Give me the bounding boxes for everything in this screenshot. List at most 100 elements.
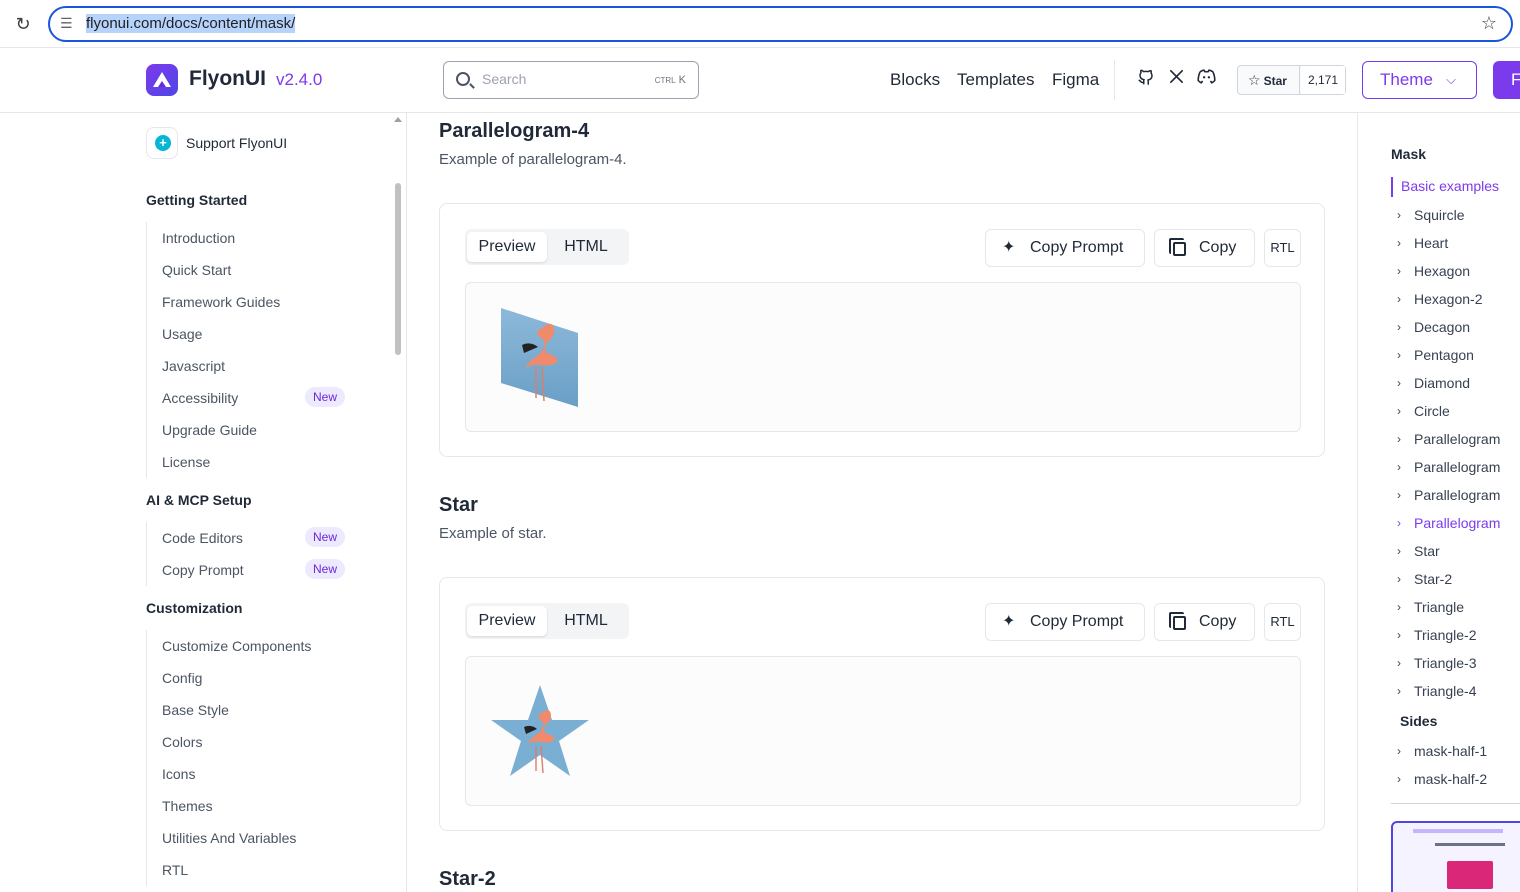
sidebar-item-quick-start[interactable]: Quick Start [147, 254, 366, 286]
chevron-right-icon: › [1397, 544, 1401, 558]
sidebar-item-accessibility[interactable]: Accessibility New [147, 382, 366, 414]
section-title-ai-mcp-setup: AI & MCP Setup [146, 492, 252, 508]
toc-item-circle[interactable]: › Circle [1397, 402, 1450, 420]
toc-item-pentagon[interactable]: › Pentagon [1397, 346, 1474, 364]
copy-prompt-button[interactable]: ✦ Copy Prompt [985, 229, 1145, 267]
copy-button[interactable]: Copy [1154, 229, 1255, 267]
tab-preview[interactable]: Preview [467, 606, 547, 636]
parallelogram-masked-image [501, 308, 578, 407]
rtl-toggle-button[interactable]: RTL [1264, 603, 1301, 641]
sidebar-item-themes[interactable]: Themes [147, 790, 366, 822]
bookmark-star-icon[interactable]: ☆ [1481, 13, 1497, 34]
toc-item-star[interactable]: › Star [1397, 542, 1440, 560]
toc-sides-heading: Sides [1400, 713, 1438, 729]
reload-icon[interactable]: ↻ [12, 13, 34, 35]
support-icon [146, 127, 178, 159]
example-card: Preview HTML ✦ Copy Prompt Copy RTL [439, 203, 1325, 457]
chevron-right-icon: › [1397, 772, 1401, 786]
sidebar-item-framework-guides[interactable]: Framework Guides [147, 286, 366, 318]
copy-icon [1169, 612, 1186, 630]
version-label[interactable]: v2.4.0 [276, 70, 322, 90]
chevron-right-icon: › [1397, 264, 1401, 278]
toc-item-parallelogram-4[interactable]: › Parallelogram [1397, 514, 1500, 532]
nav-templates[interactable]: Templates [957, 70, 1034, 90]
toc-item-parallelogram[interactable]: › Parallelogram [1397, 430, 1500, 448]
brand-name[interactable]: FlyonUI [189, 67, 266, 91]
tab-html[interactable]: HTML [551, 232, 621, 262]
rtl-toggle-button[interactable]: RTL [1264, 229, 1301, 267]
chevron-right-icon: › [1397, 236, 1401, 250]
sidebar-item-rtl[interactable]: RTL [147, 854, 366, 886]
tab-preview[interactable]: Preview [467, 232, 547, 262]
toc-heading: Mask [1391, 146, 1427, 162]
toc-item-triangle-4[interactable]: › Triangle-4 [1397, 682, 1477, 700]
toc-item-diamond[interactable]: › Diamond [1397, 374, 1470, 392]
copy-button[interactable]: Copy [1154, 603, 1255, 641]
sidebar-item-icons[interactable]: Icons [147, 758, 366, 790]
getting-started-group: Introduction Quick Start Framework Guide… [146, 222, 366, 478]
toc-item-squircle[interactable]: › Squircle [1397, 206, 1465, 224]
chevron-down-icon: ⌵ [1446, 72, 1456, 87]
cta-button[interactable]: F [1493, 61, 1520, 99]
sidebar-item-utilities-and-variables[interactable]: Utilities And Variables [147, 822, 366, 854]
github-star-button[interactable]: ☆ Star 2,171 [1237, 65, 1346, 95]
preview-area [465, 282, 1301, 432]
toc-basic-examples[interactable]: Basic examples [1391, 177, 1499, 197]
example-description: Example of star. [439, 525, 547, 542]
chevron-right-icon: › [1397, 460, 1401, 474]
toc-item-star-2[interactable]: › Star-2 [1397, 570, 1452, 588]
support-label: Support FlyonUI [186, 135, 288, 151]
toc-item-hexagon-2[interactable]: › Hexagon-2 [1397, 290, 1483, 308]
sidebar-item-introduction[interactable]: Introduction [147, 222, 366, 254]
sidebar-item-base-style[interactable]: Base Style [147, 694, 366, 726]
copy-prompt-button[interactable]: ✦ Copy Prompt [985, 603, 1145, 641]
preview-area [465, 656, 1301, 806]
site-info-icon[interactable]: ☰ [60, 15, 73, 32]
toc-item-triangle[interactable]: › Triangle [1397, 598, 1464, 616]
example-title: Star [439, 494, 478, 516]
toc-item-triangle-3[interactable]: › Triangle-3 [1397, 654, 1477, 672]
sidebar-item-upgrade-guide[interactable]: Upgrade Guide [147, 414, 366, 446]
flyonui-logo-icon[interactable] [146, 64, 178, 96]
discord-icon[interactable] [1195, 68, 1217, 90]
toc-item-mask-half-2[interactable]: › mask-half-2 [1397, 770, 1487, 788]
new-badge: New [305, 559, 346, 579]
nav-blocks[interactable]: Blocks [890, 70, 940, 90]
toc-item-mask-half-1[interactable]: › mask-half-1 [1397, 742, 1487, 760]
tab-html[interactable]: HTML [551, 606, 621, 636]
docs-sidebar: Support FlyonUI Getting Started Introduc… [0, 113, 407, 892]
chevron-right-icon: › [1397, 488, 1401, 502]
nav-figma[interactable]: Figma [1052, 70, 1099, 90]
sidebar-item-usage[interactable]: Usage [147, 318, 366, 350]
sidebar-item-customize-components[interactable]: Customize Components [147, 630, 366, 662]
toc-item-heart[interactable]: › Heart [1397, 234, 1448, 252]
chevron-right-icon: › [1397, 320, 1401, 334]
search-box[interactable]: CTRL K [443, 61, 699, 99]
search-shortcut: CTRL K [654, 74, 686, 86]
github-icon[interactable] [1135, 68, 1157, 90]
toc-item-parallelogram-2[interactable]: › Parallelogram [1397, 458, 1500, 476]
sidebar-item-colors[interactable]: Colors [147, 726, 366, 758]
example-description: Example of parallelogram-4. [439, 151, 627, 168]
sidebar-scrollbar[interactable] [395, 183, 401, 355]
toc-item-decagon[interactable]: › Decagon [1397, 318, 1470, 336]
sidebar-item-copy-prompt[interactable]: Copy Prompt New [147, 554, 366, 586]
chevron-right-icon: › [1397, 208, 1401, 222]
promo-thumbnail-block [1447, 861, 1493, 889]
toc-item-triangle-2[interactable]: › Triangle-2 [1397, 626, 1477, 644]
sidebar-item-code-editors[interactable]: Code Editors New [147, 522, 366, 554]
sidebar-item-config[interactable]: Config [147, 662, 366, 694]
scroll-up-arrow-icon[interactable] [394, 117, 402, 122]
theme-dropdown[interactable]: Theme ⌵ [1362, 61, 1477, 99]
sparkles-icon: ✦ [1002, 239, 1016, 256]
star-label[interactable]: ☆ Star [1238, 66, 1300, 94]
sidebar-item-license[interactable]: License [147, 446, 366, 478]
address-bar[interactable]: ☰ flyonui.com/docs/content/mask/ ☆ [48, 6, 1513, 42]
toc-item-hexagon[interactable]: › Hexagon [1397, 262, 1470, 280]
star-count[interactable]: 2,171 [1301, 66, 1345, 94]
promo-thumbnail[interactable] [1391, 821, 1520, 892]
search-input[interactable] [482, 71, 642, 87]
x-twitter-icon[interactable] [1165, 68, 1187, 90]
sidebar-item-javascript[interactable]: Javascript [147, 350, 366, 382]
toc-item-parallelogram-3[interactable]: › Parallelogram [1397, 486, 1500, 504]
